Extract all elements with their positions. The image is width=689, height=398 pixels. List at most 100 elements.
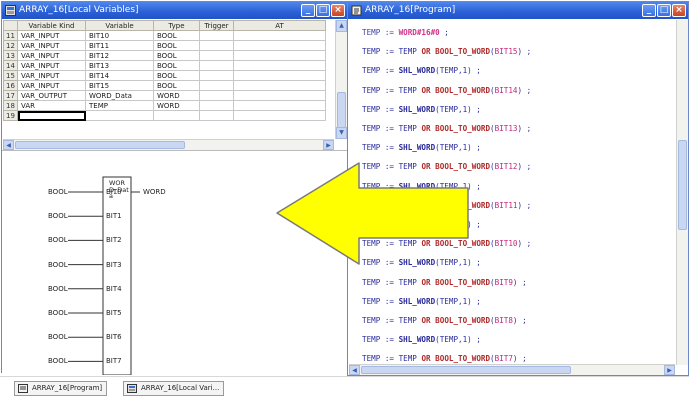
variable-type-cell[interactable]: BOOL (153, 40, 200, 51)
close-button[interactable]: × (331, 4, 345, 17)
variable-name-cell[interactable]: BIT15 (85, 80, 154, 91)
trigger-cell[interactable] (199, 90, 234, 101)
variable-kind-cell[interactable]: VAR (17, 100, 86, 111)
close-button[interactable]: × (672, 4, 686, 17)
scroll-right-arrow-icon[interactable]: ▶ (323, 140, 334, 150)
at-cell[interactable] (233, 100, 326, 111)
code-line[interactable]: TEMP := SHL_WORD(TEMP,1) ; (362, 335, 481, 344)
table-vertical-scrollbar[interactable]: ▲ ▼ (335, 20, 347, 139)
column-header-kind[interactable]: Variable Kind (17, 20, 86, 31)
program-titlebar[interactable]: ARRAY_16[Program] _ □ × (348, 2, 688, 19)
column-header-type[interactable]: Type (153, 20, 200, 31)
at-cell[interactable] (233, 50, 326, 61)
code-horizontal-scrollbar[interactable]: ◀ ▶ (349, 364, 675, 375)
scroll-left-arrow-icon[interactable]: ◀ (349, 365, 360, 375)
code-line[interactable]: TEMP := TEMP OR BOOL_TO_WORD(BIT11) ; (362, 201, 531, 210)
table-row[interactable]: 18 VAR TEMP WORD (3, 100, 326, 111)
code-line[interactable]: TEMP := TEMP OR BOOL_TO_WORD(BIT7) ; (362, 354, 527, 363)
scroll-up-arrow-icon[interactable]: ▲ (336, 20, 347, 32)
column-header-at[interactable]: AT (233, 20, 326, 31)
variable-name-cell[interactable]: WORD_Data (85, 90, 154, 101)
code-line[interactable]: TEMP := SHL_WORD(TEMP,1) ; (362, 220, 481, 229)
maximize-button[interactable]: □ (316, 4, 330, 17)
code-line[interactable]: TEMP := SHL_WORD(TEMP,1) ; (362, 182, 481, 191)
taskbar-item-program[interactable]: ARRAY_16[Program] (14, 381, 108, 396)
table-row[interactable]: 17 VAR_OUTPUT WORD_Data WORD (3, 90, 326, 101)
scroll-left-arrow-icon[interactable]: ◀ (3, 140, 14, 150)
table-row[interactable]: 11 VAR_INPUT BIT10 BOOL (3, 30, 326, 41)
trigger-cell[interactable] (199, 70, 234, 81)
code-line[interactable]: TEMP := TEMP OR BOOL_TO_WORD(BIT15) ; (362, 47, 531, 56)
variable-kind-cell[interactable]: VAR_INPUT (17, 60, 86, 71)
trigger-cell[interactable] (199, 40, 234, 51)
table-row[interactable]: 13 VAR_INPUT BIT12 BOOL (3, 50, 326, 61)
trigger-cell[interactable] (199, 110, 234, 121)
table-horizontal-scrollbar[interactable]: ◀ ▶ (3, 139, 334, 150)
variable-type-cell[interactable]: WORD (153, 100, 200, 111)
code-line[interactable]: TEMP := TEMP OR BOOL_TO_WORD(BIT10) ; (362, 239, 531, 248)
column-header-trigger[interactable]: Trigger (199, 20, 234, 31)
variable-kind-cell[interactable]: VAR_INPUT (17, 30, 86, 41)
scroll-thumb[interactable] (361, 366, 571, 374)
at-cell[interactable] (233, 60, 326, 71)
variable-type-cell[interactable]: BOOL (153, 60, 200, 71)
maximize-button[interactable]: □ (657, 4, 671, 17)
at-cell[interactable] (233, 70, 326, 81)
variable-type-cell[interactable]: BOOL (153, 50, 200, 61)
local-variables-titlebar[interactable]: ARRAY_16[Local Variables] _ □ × (2, 2, 347, 19)
at-cell[interactable] (233, 80, 326, 91)
trigger-cell[interactable] (199, 60, 234, 71)
scroll-right-arrow-icon[interactable]: ▶ (664, 365, 675, 375)
variable-name-cell[interactable] (85, 110, 154, 121)
variable-name-cell[interactable]: BIT13 (85, 60, 154, 71)
variable-kind-cell[interactable]: VAR_OUTPUT (17, 90, 86, 101)
code-line[interactable]: TEMP := TEMP OR BOOL_TO_WORD(BIT12) ; (362, 162, 531, 171)
code-line[interactable]: TEMP := SHL_WORD(TEMP,1) ; (362, 143, 481, 152)
table-row[interactable]: 14 VAR_INPUT BIT13 BOOL (3, 60, 326, 71)
variable-kind-cell[interactable]: VAR_INPUT (17, 50, 86, 61)
code-editor[interactable]: TEMP := WORD#16#0 ; TEMP := TEMP OR BOOL_… (349, 20, 688, 365)
code-line[interactable]: TEMP := TEMP OR BOOL_TO_WORD(BIT9) ; (362, 278, 527, 287)
taskbar-item-local-variables[interactable]: ARRAY_16[Local Vari... (123, 381, 225, 396)
variable-type-cell[interactable]: BOOL (153, 70, 200, 81)
code-vertical-scrollbar[interactable] (676, 20, 688, 365)
code-line[interactable]: TEMP := SHL_WORD(TEMP,1) ; (362, 258, 481, 267)
table-row[interactable]: 15 VAR_INPUT BIT14 BOOL (3, 70, 326, 81)
scroll-thumb[interactable] (337, 92, 346, 128)
code-line[interactable]: TEMP := WORD#16#0 ; (362, 28, 449, 37)
at-cell[interactable] (233, 40, 326, 51)
minimize-button[interactable]: _ (301, 4, 315, 17)
column-header-variable[interactable]: Variable (85, 20, 154, 31)
variable-kind-cell[interactable] (17, 110, 86, 121)
trigger-cell[interactable] (199, 50, 234, 61)
variable-kind-cell[interactable]: VAR_INPUT (17, 70, 86, 81)
at-cell[interactable] (233, 30, 326, 41)
scroll-down-arrow-icon[interactable]: ▼ (336, 127, 347, 139)
variable-kind-cell[interactable]: VAR_INPUT (17, 40, 86, 51)
variable-type-cell[interactable]: WORD (153, 90, 200, 101)
code-line[interactable]: TEMP := TEMP OR BOOL_TO_WORD(BIT14) ; (362, 86, 531, 95)
at-cell[interactable] (233, 110, 326, 121)
table-row[interactable]: 16 VAR_INPUT BIT15 BOOL (3, 80, 326, 91)
code-line[interactable]: TEMP := SHL_WORD(TEMP,1) ; (362, 105, 481, 114)
variable-name-cell[interactable]: BIT10 (85, 30, 154, 41)
variable-name-cell[interactable]: TEMP (85, 100, 154, 111)
table-row[interactable]: 19 (3, 110, 326, 121)
trigger-cell[interactable] (199, 100, 234, 111)
variable-kind-cell[interactable]: VAR_INPUT (17, 80, 86, 91)
scroll-thumb[interactable] (15, 141, 185, 149)
code-line[interactable]: TEMP := TEMP OR BOOL_TO_WORD(BIT8) ; (362, 316, 527, 325)
variable-name-cell[interactable]: BIT11 (85, 40, 154, 51)
variable-type-cell[interactable]: BOOL (153, 80, 200, 91)
scroll-thumb[interactable] (678, 140, 687, 230)
variable-name-cell[interactable]: BIT14 (85, 70, 154, 81)
variable-type-cell[interactable]: BOOL (153, 30, 200, 41)
minimize-button[interactable]: _ (642, 4, 656, 17)
variable-type-cell[interactable] (153, 110, 200, 121)
code-line[interactable]: TEMP := SHL_WORD(TEMP,1) ; (362, 297, 481, 306)
variable-name-cell[interactable]: BIT12 (85, 50, 154, 61)
table-row[interactable]: 12 VAR_INPUT BIT11 BOOL (3, 40, 326, 51)
code-line[interactable]: TEMP := SHL_WORD(TEMP,1) ; (362, 66, 481, 75)
trigger-cell[interactable] (199, 80, 234, 91)
code-line[interactable]: TEMP := TEMP OR BOOL_TO_WORD(BIT13) ; (362, 124, 531, 133)
